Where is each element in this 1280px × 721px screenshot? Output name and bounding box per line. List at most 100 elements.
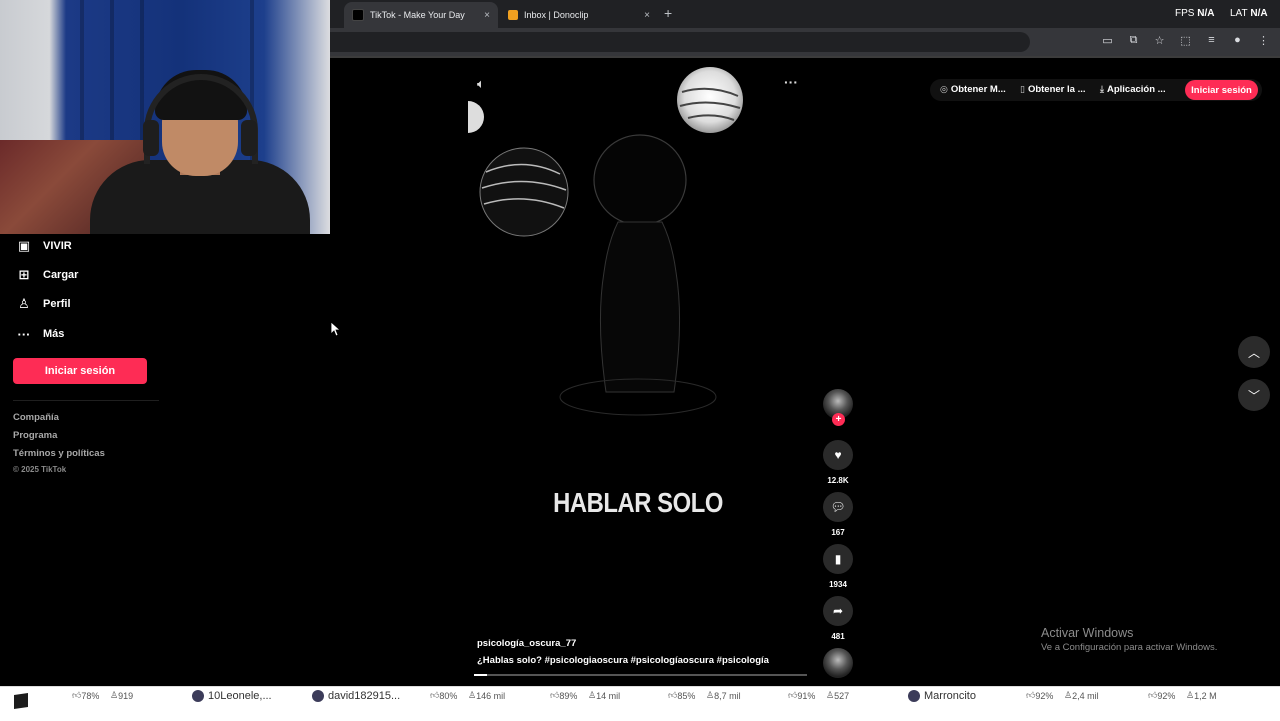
- figure-head: [593, 134, 687, 226]
- windows-activation-watermark: Activar Windows Ve a Configuración para …: [1041, 626, 1217, 653]
- previous-video-button[interactable]: ︿: [1238, 336, 1270, 368]
- tab-tiktok[interactable]: TikTok - Make Your Day ×: [344, 2, 498, 28]
- share-count: 481: [831, 632, 845, 641]
- sidebar-item-label: Más: [43, 328, 65, 340]
- ticker-value: david182915...: [328, 690, 401, 702]
- sidebar-item-label: Perfil: [43, 298, 71, 310]
- sidebar-item-upload[interactable]: ⊞ Cargar: [16, 267, 79, 283]
- sound-disc-icon[interactable]: [823, 648, 853, 678]
- ticker-value: 85%: [677, 690, 696, 701]
- footer-link-terms[interactable]: Términos y políticas: [13, 448, 105, 459]
- like-count: 12.8K: [827, 476, 849, 485]
- close-tab-icon[interactable]: ×: [484, 10, 490, 21]
- fps-value: N/A: [1197, 8, 1215, 19]
- tab-title: TikTok - Make Your Day: [370, 10, 465, 20]
- bookmark-icon[interactable]: ▮: [823, 544, 853, 574]
- ticker-value: 527: [834, 690, 850, 701]
- volume-icon[interactable]: 🔈︎: [477, 76, 485, 92]
- ticker-value: 8,7 mil: [714, 690, 741, 701]
- viewers-icon: ♙: [110, 690, 119, 700]
- save-action[interactable]: ▮ 1934: [822, 544, 854, 589]
- lat-label: LAT: [1230, 8, 1248, 19]
- share-icon[interactable]: ➦: [823, 596, 853, 626]
- windows-logo-icon[interactable]: [14, 693, 28, 709]
- user-avatar: [908, 690, 920, 702]
- next-video-button[interactable]: ﹀: [1238, 379, 1270, 411]
- video-username[interactable]: psicología_oscura_77: [477, 638, 576, 649]
- address-bar[interactable]: [330, 32, 1030, 52]
- sound-disc[interactable]: [822, 648, 854, 678]
- cast-icon[interactable]: ▭: [1101, 34, 1114, 47]
- video-player[interactable]: HABLAR SOLO: [468, 62, 808, 675]
- bookmark-star-icon[interactable]: ☆: [1153, 34, 1166, 47]
- sidebar-item-live[interactable]: ▣ VIVIR: [16, 238, 72, 254]
- sidebar-item-more[interactable]: ··· Más: [16, 326, 65, 342]
- header-desktop-app[interactable]: ⤓ Aplicación ...: [1100, 84, 1166, 95]
- video-progress-fill: [474, 674, 488, 676]
- video-title-overlay: HABLAR SOLO: [553, 487, 723, 518]
- more-icon: ···: [17, 326, 31, 342]
- ticker-item: ♙ 1,2 M: [1186, 690, 1217, 701]
- save-count: 1934: [829, 580, 847, 589]
- like-action[interactable]: ♥ 12.8K: [822, 440, 854, 485]
- translate-icon[interactable]: ⧉: [1127, 34, 1140, 47]
- figure-body: [599, 221, 681, 393]
- phone-icon: ▯: [1020, 84, 1025, 94]
- lat-value: N/A: [1250, 8, 1268, 19]
- header-login-button[interactable]: Iniciar sesión: [1185, 80, 1258, 100]
- user-avatar: [312, 690, 324, 702]
- sidebar-item-profile[interactable]: ♙ Perfil: [16, 296, 71, 312]
- ticker-item: Marroncito: [908, 690, 976, 702]
- ticker-item: 👍︎ 92%: [1148, 690, 1175, 701]
- toolbar-icons: ▭ ⧉ ☆ ⬚ ≡ ● ⋮: [1101, 34, 1270, 47]
- activation-subtitle: Ve a Configuración para activar Windows.: [1041, 642, 1218, 653]
- share-action[interactable]: ➦ 481: [822, 596, 854, 641]
- user-avatar: [192, 690, 204, 702]
- fps-label: FPS: [1175, 8, 1195, 19]
- chevron-up-icon: ︿: [1247, 345, 1260, 360]
- lat-readout: LAT N/A: [1230, 8, 1268, 19]
- ticker-value: 146 mil: [476, 690, 506, 701]
- comment-count: 167: [831, 528, 845, 537]
- ticker-item: 👍︎ 78%: [72, 690, 99, 701]
- creator-avatar-wrap[interactable]: +: [822, 389, 854, 426]
- planet-left: [479, 147, 569, 237]
- extensions-icon[interactable]: ⬚: [1179, 34, 1192, 47]
- video-artwork: [468, 67, 743, 416]
- thumb-icon: 👍︎: [1148, 690, 1158, 700]
- sidebar-divider: [13, 400, 159, 401]
- menu-kebab-icon[interactable]: ⋮: [1257, 34, 1270, 47]
- media-control-icon[interactable]: ≡: [1205, 34, 1218, 47]
- address-bar-row: ▭ ⧉ ☆ ⬚ ≡ ● ⋮: [330, 28, 1280, 56]
- comment-icon[interactable]: 💬︎: [823, 492, 853, 522]
- header-item-label: Obtener la ...: [1027, 84, 1086, 95]
- follow-plus-icon[interactable]: +: [832, 413, 845, 426]
- thumb-icon: 👍︎: [550, 690, 560, 700]
- ticker-item: 10Leonele,...: [192, 690, 272, 702]
- new-tab-button[interactable]: +: [664, 5, 672, 21]
- sidebar-item-label: Cargar: [43, 269, 79, 281]
- heart-icon[interactable]: ♥: [823, 440, 853, 470]
- thumb-icon: 👍︎: [430, 690, 440, 700]
- close-tab-icon[interactable]: ×: [644, 10, 650, 21]
- tab-title: Inbox | Donoclip: [524, 10, 589, 20]
- video-more-options-icon[interactable]: ···: [784, 74, 798, 90]
- ticker-value: 91%: [797, 690, 816, 701]
- comment-action[interactable]: 💬︎ 167: [822, 492, 854, 537]
- footer-link-program[interactable]: Programa: [13, 430, 57, 441]
- footer-link-company[interactable]: Compañía: [13, 412, 59, 423]
- stats-ticker-bar: 👍︎ 78% ♙ 919 10Leonele,... david182915..…: [0, 686, 1280, 721]
- header-get-coins[interactable]: ◎ Obtener M...: [940, 84, 1006, 95]
- sidebar-login-button[interactable]: Iniciar sesión: [13, 358, 147, 384]
- ticker-item: ♙ 146 mil: [468, 690, 505, 701]
- profile-avatar-icon[interactable]: ●: [1231, 34, 1244, 47]
- tab-donoclip[interactable]: Inbox | Donoclip ×: [500, 2, 658, 28]
- viewers-icon: ♙: [468, 690, 477, 700]
- ticker-value: Marroncito: [924, 690, 976, 702]
- header-get-app[interactable]: ▯ Obtener la ...: [1020, 84, 1086, 95]
- viewers-icon: ♙: [588, 690, 597, 700]
- viewers-icon: ♙: [826, 690, 835, 700]
- ticker-value: 14 mil: [596, 690, 621, 701]
- video-progress-bar[interactable]: [474, 674, 807, 676]
- ticker-item: 👍︎ 92%: [1026, 690, 1053, 701]
